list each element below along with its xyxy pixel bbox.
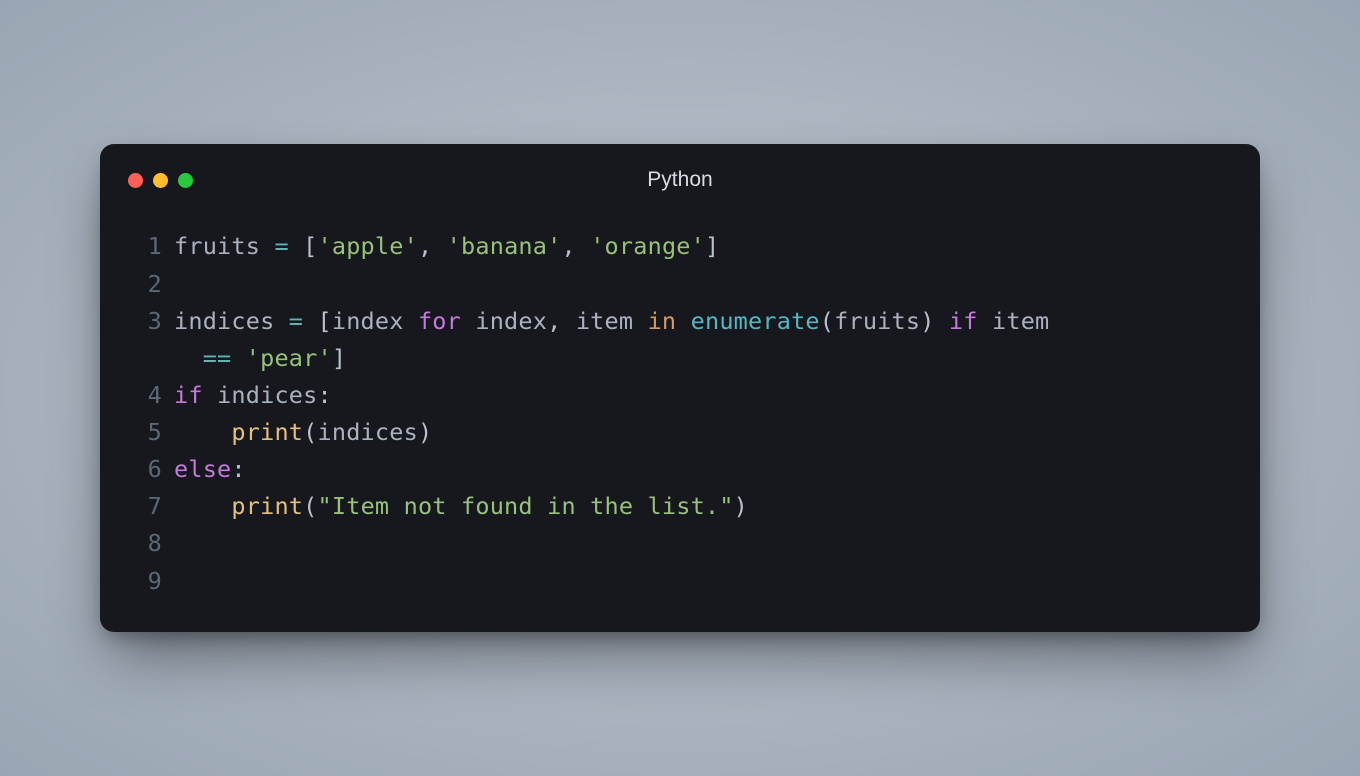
code-text: [162, 266, 174, 303]
code-text: fruits = ['apple', 'banana', 'orange']: [162, 228, 719, 265]
line-number: 9: [128, 563, 162, 600]
line-number: 4: [128, 377, 162, 414]
line-number: 3: [128, 303, 162, 340]
code-line-wrap: == 'pear']: [128, 340, 1232, 377]
code-text: print("Item not found in the list."): [162, 488, 748, 525]
line-number: 8: [128, 525, 162, 562]
code-line: 2: [128, 266, 1232, 303]
code-window: Python 1 fruits = ['apple', 'banana', 'o…: [100, 144, 1260, 631]
code-line: 7 print("Item not found in the list."): [128, 488, 1232, 525]
code-text: [162, 563, 174, 600]
code-text: if indices:: [162, 377, 332, 414]
line-number: 5: [128, 414, 162, 451]
line-number: 7: [128, 488, 162, 525]
code-line: 6 else:: [128, 451, 1232, 488]
line-number: 6: [128, 451, 162, 488]
code-text: else:: [162, 451, 246, 488]
line-number: 1: [128, 228, 162, 265]
code-text: print(indices): [162, 414, 432, 451]
code-line: 1 fruits = ['apple', 'banana', 'orange']: [128, 228, 1232, 265]
code-line: 8: [128, 525, 1232, 562]
window-title: Python: [128, 168, 1232, 192]
code-line: 3 indices = [index for index, item in en…: [128, 303, 1232, 340]
code-editor[interactable]: 1 fruits = ['apple', 'banana', 'orange']…: [128, 228, 1232, 599]
code-text: indices = [index for index, item in enum…: [162, 303, 1049, 340]
window-titlebar: Python: [128, 166, 1232, 194]
line-number: 2: [128, 266, 162, 303]
code-text: [162, 525, 174, 562]
code-line: 5 print(indices): [128, 414, 1232, 451]
code-line: 4 if indices:: [128, 377, 1232, 414]
code-line: 9: [128, 563, 1232, 600]
